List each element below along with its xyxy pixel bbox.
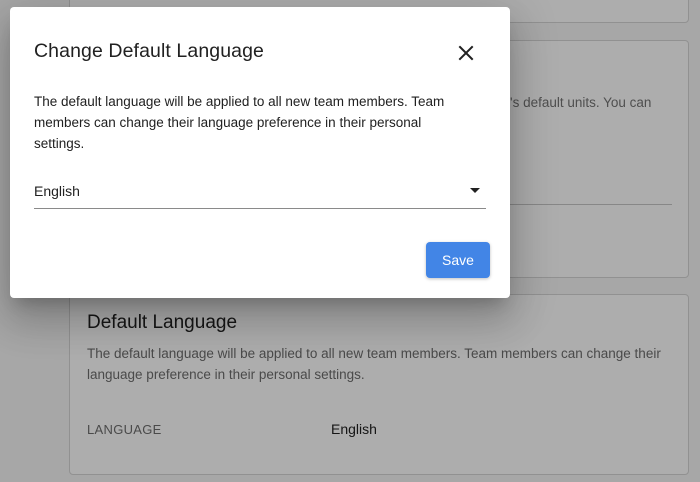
dropdown-arrow-icon [470, 188, 480, 193]
language-select[interactable]: English [34, 179, 486, 209]
close-button[interactable] [452, 40, 480, 68]
close-icon [458, 45, 474, 64]
language-select-value: English [34, 183, 80, 199]
change-language-dialog: Change Default Language The default lang… [10, 7, 510, 298]
dialog-description: The default language will be applied to … [34, 94, 445, 151]
save-button[interactable]: Save [426, 242, 490, 278]
dialog-title: Change Default Language [34, 40, 264, 62]
